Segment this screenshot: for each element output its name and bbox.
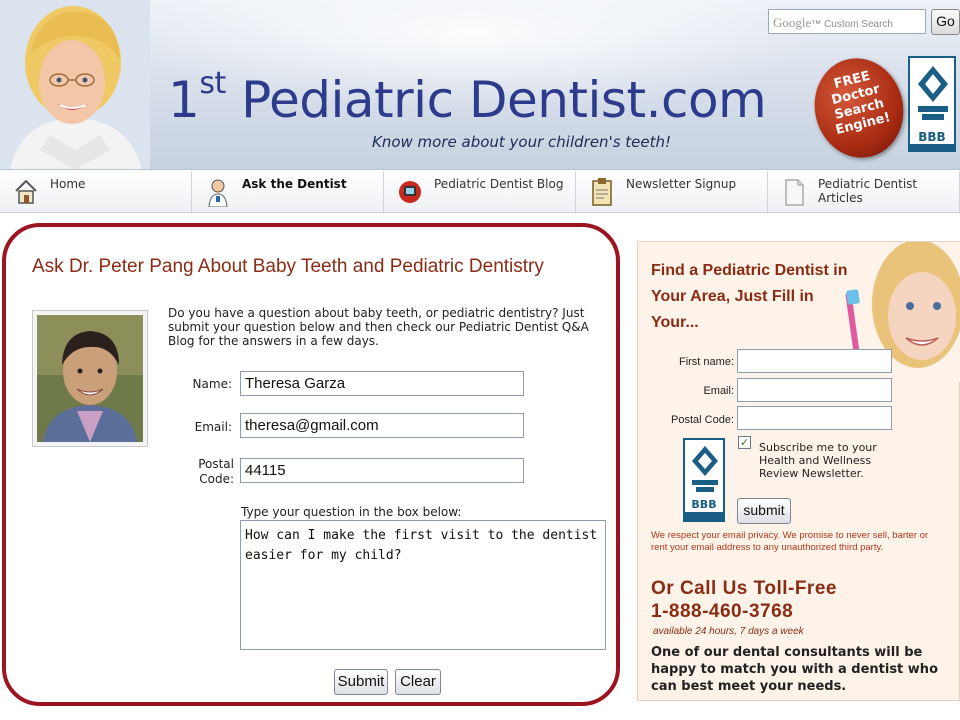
first-name-label: First name:	[678, 356, 734, 368]
doctor-photo	[32, 310, 148, 447]
clear-button[interactable]: Clear	[395, 669, 441, 695]
availability-text: available 24 hours, 7 days a week	[653, 626, 804, 637]
first-name-field[interactable]	[737, 349, 892, 373]
question-label: Type your question in the box below:	[241, 505, 462, 519]
dentist-icon	[208, 179, 228, 207]
submit-button[interactable]: Submit	[334, 669, 388, 695]
google-search-input[interactable]: Google™ Custom Search	[768, 9, 926, 34]
bbb-torch-icon	[692, 446, 718, 492]
call-toll-free-title: Or Call Us Toll-Free	[651, 578, 837, 599]
bbb-accredited-strip	[685, 512, 723, 520]
sidebar-submit-button[interactable]: submit	[737, 498, 791, 524]
home-icon	[15, 179, 37, 204]
free-doctor-search-badge[interactable]: FREE Doctor Search Engine!	[804, 48, 914, 168]
nav-item-blog[interactable]: Pediatric Dentist Blog	[384, 171, 576, 213]
search-go-button[interactable]: Go	[931, 9, 960, 35]
sidebar-email-label: Email:	[703, 385, 734, 397]
bbb-label: BBB	[691, 498, 717, 511]
name-field[interactable]: Theresa Garza	[240, 371, 524, 396]
main-navigation: Home Ask the Dentist Pediatric Dentist B…	[0, 171, 960, 213]
nav-label-ask-the-dentist: Ask the Dentist	[242, 177, 347, 191]
site-title-main: Pediatric Dentist.com	[241, 71, 767, 129]
find-dentist-title: Find a Pediatric Dentist in Your Area, J…	[651, 262, 848, 331]
postal-code-label: Postal Code:	[180, 457, 234, 487]
bbb-label: BBB	[918, 130, 946, 144]
bbb-accredited-sidebar-logo[interactable]: BBB	[683, 438, 725, 522]
toll-free-phone-number[interactable]: 1-888-460-3768	[651, 601, 793, 623]
woman-portrait	[0, 0, 150, 169]
form-title: Ask Dr. Peter Pang About Baby Teeth and …	[32, 256, 544, 277]
consultants-text: One of our dental consultants will be ha…	[651, 645, 938, 694]
subscribe-checkbox[interactable]: ✓	[738, 436, 751, 449]
search-placeholder: Custom Search	[824, 19, 893, 30]
subscribe-label: Subscribe me to your Health and Wellness…	[759, 441, 877, 480]
email-label: Email:	[194, 420, 232, 434]
privacy-notice: We respect your email privacy. We promis…	[651, 530, 929, 553]
site-header: 1st Pediatric Dentist.com Know more abou…	[0, 0, 960, 170]
nav-label-home: Home	[50, 177, 86, 191]
postal-label-line2: Code:	[199, 472, 234, 486]
nav-item-newsletter[interactable]: Newsletter Signup	[576, 171, 768, 213]
google-brand-label: Google	[773, 15, 812, 30]
bbb-accredited-strip	[910, 144, 954, 152]
site-tagline: Know more about your children's teeth!	[372, 133, 672, 151]
name-label: Name:	[192, 377, 232, 391]
nav-item-home[interactable]: Home	[0, 171, 192, 213]
postal-code-field[interactable]: 44115	[240, 458, 524, 483]
site-title[interactable]: 1st Pediatric Dentist.com	[168, 66, 767, 129]
question-textarea[interactable]: How can I make the first visit to the de…	[240, 520, 606, 650]
sidebar-postal-label: Postal Code:	[671, 414, 734, 426]
nav-label-blog: Pediatric Dentist Blog	[434, 177, 564, 191]
form-intro-text: Do you have a question about baby teeth,…	[168, 306, 589, 348]
nav-label-articles: Pediatric Dentist Articles	[818, 177, 918, 205]
site-title-superscript: st	[199, 66, 226, 101]
doctor-portrait	[37, 315, 143, 442]
postal-label-line1: Postal	[198, 457, 234, 471]
bbb-torch-icon	[918, 66, 948, 120]
sidebar-email-field[interactable]	[737, 378, 892, 402]
nav-label-newsletter: Newsletter Signup	[626, 177, 737, 191]
bbb-accredited-logo[interactable]: BBB	[908, 56, 956, 152]
nav-item-articles[interactable]: Pediatric Dentist Articles	[768, 171, 960, 213]
blog-icon	[399, 181, 421, 203]
email-field[interactable]: theresa@gmail.com	[240, 413, 524, 438]
nav-item-ask-the-dentist[interactable]: Ask the Dentist	[192, 171, 384, 213]
clipboard-icon	[592, 178, 612, 206]
site-title-prefix: 1	[168, 71, 200, 129]
sidebar-postal-field[interactable]	[737, 406, 892, 430]
article-icon	[785, 179, 804, 206]
